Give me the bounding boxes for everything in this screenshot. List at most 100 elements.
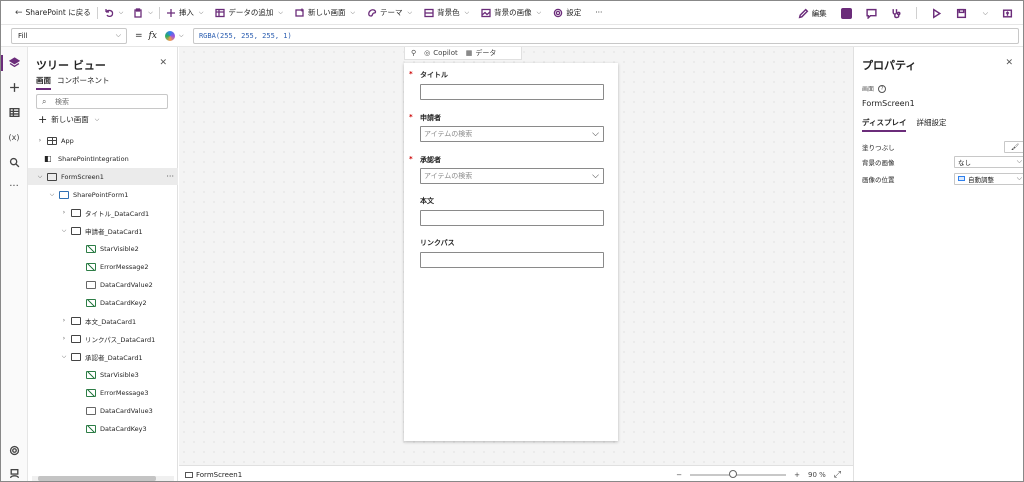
- scrollbar-thumb[interactable]: [38, 476, 156, 481]
- help-icon[interactable]: ?: [878, 84, 887, 93]
- tree-item-control[interactable]: ErrorMessage3: [28, 384, 178, 401]
- pencil-icon: [798, 8, 809, 18]
- data-button[interactable]: ▦ データ: [466, 48, 497, 58]
- paste-button[interactable]: ⌵: [133, 1, 153, 25]
- divider: [96, 6, 98, 19]
- more-icon[interactable]: ···: [166, 172, 174, 181]
- new-screen-button[interactable]: + 新しい画面 ⌵: [38, 113, 99, 126]
- pin-icon[interactable]: ⚲: [411, 49, 416, 57]
- horizontal-scrollbar[interactable]: [32, 476, 174, 481]
- tree-item-control[interactable]: DataCardValue2: [28, 276, 178, 293]
- tree-item-control[interactable]: StarVisible3: [28, 366, 178, 383]
- tab-display[interactable]: ディスプレイ: [862, 117, 907, 132]
- search-input[interactable]: ⌕ 検索: [36, 94, 168, 109]
- chevron-right-icon: ›: [62, 209, 66, 216]
- zoom-slider[interactable]: [690, 470, 787, 478]
- tree-item-datacard[interactable]: ⌵ 申請者_DataCard1: [28, 222, 178, 239]
- linkpath-input[interactable]: [420, 252, 604, 268]
- tree-view-layers-icon[interactable]: [8, 56, 20, 68]
- undo-button[interactable]: ⌵: [104, 1, 123, 25]
- clipboard-icon: [134, 7, 142, 18]
- fill-color-button[interactable]: 🖌: [1004, 140, 1023, 153]
- property-dropdown[interactable]: Fill ⌵: [11, 27, 127, 44]
- comment-icon[interactable]: [866, 8, 877, 19]
- tree-item-control[interactable]: StarVisible2: [28, 240, 178, 257]
- properties-panel: プロパティ ✕ 画面 ? FormScreen1 ディスプレイ 詳細設定 塗りつ…: [853, 47, 1023, 481]
- formula-input[interactable]: RGBA(255, 255, 255, 1) ⌵: [192, 27, 1019, 44]
- background-color-button[interactable]: 背景色 ⌵: [424, 1, 469, 25]
- tree-item-control[interactable]: DataCardKey3: [28, 420, 178, 437]
- tree-item-datacard[interactable]: ⌵ 承認者_DataCard1: [28, 348, 178, 365]
- publish-icon[interactable]: [1002, 8, 1013, 19]
- formula-bar: Fill ⌵ = fx ⌵ RGBA(255, 255, 255, 1) ⌵: [1, 25, 1023, 47]
- tree-item-sharepointintegration[interactable]: ◧ SharePointIntegration: [28, 150, 178, 167]
- property-row-fill: 塗りつぶし 🖌: [862, 140, 1023, 153]
- title-input[interactable]: [420, 84, 604, 100]
- more-button[interactable]: ···: [595, 1, 602, 25]
- background-image-button[interactable]: 背景の画像 ⌵: [481, 1, 541, 25]
- stethoscope-icon[interactable]: [891, 8, 902, 19]
- app-checker-icon[interactable]: [840, 7, 852, 19]
- close-icon[interactable]: ✕: [1005, 58, 1013, 68]
- sharepoint-form[interactable]: * タイトル * 申請者 アイテムの検索 ⌵ * 承認者 アイテムの検索 ⌵ 本…: [404, 63, 618, 441]
- tab-screens[interactable]: 画面: [36, 75, 51, 90]
- required-star: *: [409, 70, 413, 78]
- image-position-dropdown[interactable]: 自動調整 ⌵: [954, 172, 1023, 185]
- chevron-down-icon: ⌵: [115, 31, 121, 39]
- chevron-down-icon: ⌵: [94, 115, 100, 123]
- screen-icon: [185, 471, 193, 478]
- applicant-combobox[interactable]: アイテムの検索 ⌵: [420, 126, 604, 142]
- chevron-down-icon: ⌵: [1016, 157, 1022, 165]
- zoom-controls: − + 90 % ⤢: [676, 466, 841, 481]
- insert-plus-icon[interactable]: [8, 81, 20, 93]
- zoom-slider-knob[interactable]: [729, 470, 738, 478]
- copilot-formula-button[interactable]: ⌵: [164, 28, 187, 44]
- screen-selector[interactable]: FormScreen1: [185, 471, 242, 479]
- fit-to-window-icon[interactable]: ⤢: [834, 470, 841, 480]
- search-icon[interactable]: [8, 156, 20, 168]
- tree-item-datacard[interactable]: › 本文_DataCard1: [28, 312, 178, 329]
- settings-button[interactable]: 設定: [553, 1, 581, 25]
- theme-icon: [368, 8, 377, 17]
- theme-button[interactable]: テーマ ⌵: [367, 1, 412, 25]
- tab-advanced[interactable]: 詳細設定: [916, 117, 946, 132]
- body-input[interactable]: [420, 210, 604, 226]
- field-label-title: * タイトル: [409, 70, 448, 79]
- tree-item-control[interactable]: ErrorMessage2: [28, 258, 178, 275]
- undo-icon: [105, 8, 113, 17]
- more-icon[interactable]: ···: [8, 180, 20, 192]
- chevron-down-icon: ⌵: [350, 8, 356, 16]
- textbox-icon: [86, 406, 96, 415]
- approver-combobox[interactable]: アイテムの検索 ⌵: [420, 168, 604, 184]
- insert-button[interactable]: 挿入 ⌵: [166, 1, 203, 25]
- tree-item-control[interactable]: DataCardValue3: [28, 402, 178, 419]
- virtual-agent-icon[interactable]: [8, 467, 20, 479]
- settings-gear-icon[interactable]: [8, 444, 20, 456]
- back-button[interactable]: ← SharePoint に戻る: [15, 1, 91, 25]
- tree-item-datacard[interactable]: › リンクパス_DataCard1: [28, 330, 178, 347]
- add-data-button[interactable]: データの追加 ⌵: [215, 1, 283, 25]
- tree-item-formscreen1[interactable]: ⌵ FormScreen1 ···: [28, 168, 178, 185]
- close-icon[interactable]: ✕: [159, 58, 167, 68]
- tree-item-sharepointform1[interactable]: ⌵ SharePointForm1: [28, 186, 178, 203]
- paint-bucket-icon: 🖌: [1010, 142, 1020, 151]
- datacard-icon: [71, 316, 81, 325]
- chevron-down-icon[interactable]: ⌵: [983, 9, 988, 18]
- copilot-button[interactable]: ◎ Copilot: [424, 49, 458, 57]
- background-image-dropdown[interactable]: なし ⌵: [954, 155, 1023, 168]
- tab-components[interactable]: コンポーネント: [57, 75, 110, 90]
- design-canvas[interactable]: ⚲ ◎ Copilot ▦ データ * タイトル * 申請者 アイテムの検索 ⌵…: [179, 47, 853, 465]
- tree-item-app[interactable]: › App: [28, 132, 178, 149]
- tree-item-datacard[interactable]: › タイトル_DataCard1: [28, 204, 178, 221]
- save-icon[interactable]: [956, 8, 967, 19]
- edit-button[interactable]: 編集: [798, 1, 827, 25]
- zoom-out-button[interactable]: −: [676, 471, 682, 479]
- data-icon[interactable]: [8, 106, 20, 118]
- tree-item-control[interactable]: DataCardKey2: [28, 294, 178, 311]
- new-screen-button[interactable]: 新しい画面 ⌵: [295, 1, 355, 25]
- copilot-icon: ◎: [424, 49, 431, 57]
- zoom-in-button[interactable]: +: [794, 471, 800, 479]
- label-icon: [86, 298, 96, 307]
- play-icon[interactable]: [931, 7, 942, 19]
- variables-icon[interactable]: (x): [8, 131, 20, 143]
